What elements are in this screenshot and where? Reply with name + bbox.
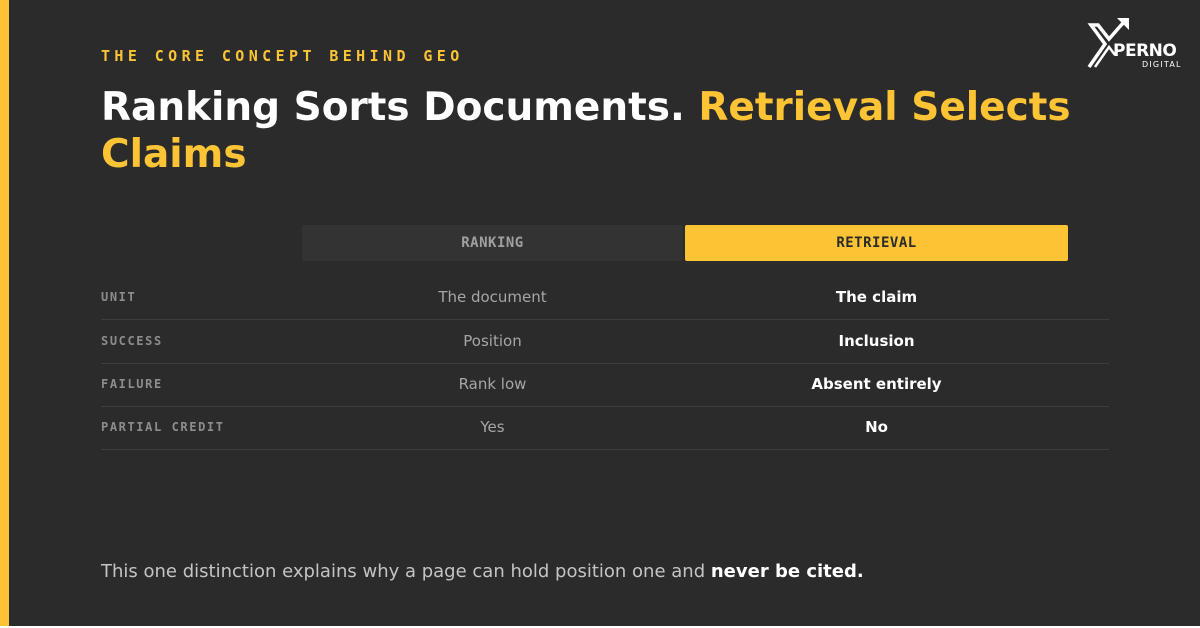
accent-bar — [0, 0, 9, 626]
headline: Ranking Sorts Documents. Retrieval Selec… — [101, 84, 1111, 178]
ranking-value: Yes — [480, 418, 505, 436]
retrieval-value: Inclusion — [838, 332, 915, 350]
retrieval-value: The claim — [835, 288, 918, 306]
footer-emphasis: never be cited. — [710, 561, 864, 582]
table-row: FAILURE Rank low Absent entirely — [101, 363, 1109, 407]
footer-statement: This one distinction explains why a page… — [101, 561, 864, 582]
table-row: UNIT The document The claim — [101, 276, 1109, 320]
footer-text: This one distinction explains why a page… — [101, 561, 711, 582]
row-label: FAILURE — [101, 377, 163, 391]
logo-subtitle: DIGITAL — [1142, 60, 1182, 69]
column-header-retrieval: RETRIEVAL — [685, 225, 1068, 261]
ranking-value: Position — [463, 332, 522, 350]
slide: THE CORE CONCEPT BEHIND GEO Ranking Sort… — [0, 0, 1200, 626]
headline-part-white: Ranking Sorts Documents. — [101, 85, 699, 130]
brand-logo: PERNO DIGITAL — [1085, 17, 1185, 71]
table-row: PARTIAL CREDIT Yes No — [101, 406, 1109, 450]
ranking-value: Rank low — [458, 375, 527, 393]
table-row: SUCCESS Position Inclusion — [101, 320, 1109, 364]
row-label: SUCCESS — [101, 334, 163, 348]
ranking-value: The document — [438, 288, 547, 306]
eyebrow-label: THE CORE CONCEPT BEHIND GEO — [101, 47, 464, 65]
column-header-ranking: RANKING — [302, 225, 683, 261]
row-label: PARTIAL CREDIT — [101, 420, 225, 434]
retrieval-value: Absent entirely — [811, 375, 942, 393]
row-label: UNIT — [101, 290, 137, 304]
retrieval-value: No — [865, 418, 888, 436]
logo-wordmark: PERNO — [1113, 41, 1177, 61]
